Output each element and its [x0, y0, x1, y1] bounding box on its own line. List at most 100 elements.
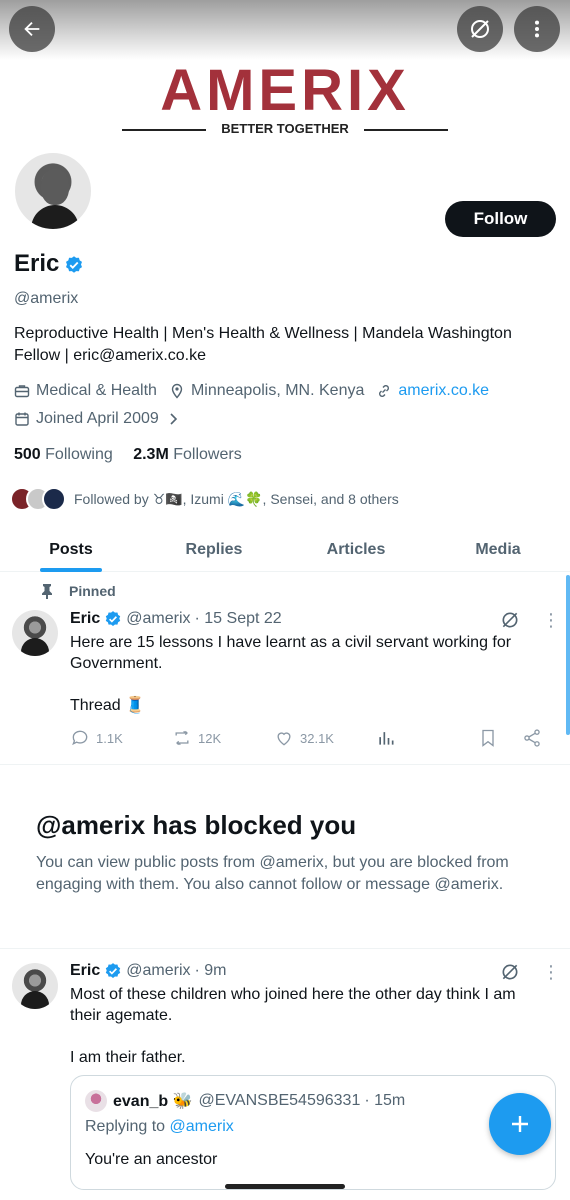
active-tab-indicator — [40, 568, 102, 572]
profile-meta-row: Medical & Health Minneapolis, MN. Kenya … — [14, 382, 489, 400]
followed-by-row[interactable]: Followed by ♉🏴‍☠️, Izumi 🌊🍀, Sensei, and… — [10, 484, 399, 514]
quote-author-avatar — [85, 1090, 107, 1112]
followed-by-text: Followed by ♉🏴‍☠️, Izumi 🌊🍀, Sensei, and… — [74, 490, 399, 507]
divider — [0, 948, 570, 949]
tab-posts[interactable]: Posts — [20, 528, 122, 572]
more-options-button[interactable] — [514, 6, 560, 52]
avatar-face — [41, 169, 69, 205]
avatar-suit — [31, 205, 79, 229]
post-author-handle: @amerix — [126, 610, 191, 627]
repost-button[interactable]: 12K — [172, 728, 221, 748]
more-vertical-icon — [534, 20, 540, 38]
post-author-avatar[interactable] — [12, 963, 58, 1009]
post-author-avatar[interactable] — [12, 610, 58, 656]
post-author-handle: @amerix — [126, 962, 191, 979]
post-text: Here are 15 lessons I have learnt as a c… — [70, 634, 512, 672]
profile-tabs: Posts Replies Articles Media — [0, 528, 570, 572]
brand-logo: AMERIX BETTER TOGETHER — [120, 62, 450, 138]
followers-link[interactable]: 2.3M Followers — [133, 446, 242, 463]
grok-icon[interactable] — [500, 962, 520, 982]
chevron-right-icon — [170, 413, 177, 425]
reply-count: 1.1K — [96, 730, 123, 746]
scrollbar[interactable] — [566, 575, 570, 735]
repost-count: 12K — [198, 730, 222, 746]
grok-button[interactable] — [457, 6, 503, 52]
plus-icon — [512, 1116, 528, 1132]
post-header: Eric @amerix · 9m — [70, 962, 227, 980]
calendar-icon — [15, 412, 29, 426]
quote-timestamp: · 15m — [364, 1092, 406, 1109]
back-button[interactable] — [9, 6, 55, 52]
tab-replies[interactable]: Replies — [163, 528, 265, 572]
reply-icon — [72, 730, 88, 746]
post-text: Most of these children who joined here t… — [70, 986, 516, 1024]
link-icon — [379, 385, 390, 397]
post-more-button[interactable]: ⋮ — [542, 963, 560, 981]
profile-avatar[interactable] — [12, 150, 94, 232]
repost-icon — [175, 730, 189, 746]
post-text-thread: Thread 🧵 — [70, 697, 146, 714]
post-header: Eric @amerix · 15 Sept 22 — [70, 610, 282, 628]
analytics-icon — [379, 732, 394, 745]
avatar-suit — [21, 638, 49, 656]
profile-website-link[interactable]: amerix.co.ke — [398, 382, 489, 400]
quoted-post[interactable]: evan_b 🐝 @EVANSBE54596331 · 15m Replying… — [70, 1075, 556, 1190]
pinned-indicator: Pinned — [40, 583, 116, 599]
blocked-text: You can view public posts from @amerix, … — [36, 854, 509, 893]
profile-handle: @amerix — [14, 290, 79, 307]
pinned-label: Pinned — [69, 583, 116, 599]
post-more-button[interactable]: ⋮ — [542, 611, 560, 629]
post-author-name[interactable]: Eric — [70, 962, 100, 980]
follow-button[interactable]: Follow — [445, 201, 556, 237]
follower-avatar — [42, 487, 66, 511]
pin-icon — [42, 584, 52, 599]
post-text: I am their father. — [70, 1049, 186, 1066]
post-actions: 1.1K 12K 32.1K — [70, 728, 550, 748]
profile-name: Eric — [14, 250, 60, 277]
brand-name: AMERIX — [160, 58, 410, 123]
quote-header: evan_b 🐝 @EVANSBE54596331 · 15m — [85, 1090, 405, 1112]
follow-counts: 500 Following 2.3M Followers — [14, 446, 242, 464]
profile-location: Minneapolis, MN. Kenya — [190, 382, 365, 399]
followers-label: Followers — [173, 446, 242, 463]
following-link[interactable]: 500 Following — [14, 446, 113, 463]
divider — [0, 764, 570, 765]
tab-media[interactable]: Media — [447, 528, 549, 572]
grok-icon — [471, 20, 489, 38]
quote-author-handle: @EVANSBE54596331 — [198, 1092, 361, 1109]
home-indicator[interactable] — [225, 1184, 345, 1189]
avatar-suit — [21, 991, 49, 1009]
tab-articles[interactable]: Articles — [305, 528, 407, 572]
profile-bio: Reproductive Health | Men's Health & Wel… — [14, 325, 512, 364]
share-button[interactable] — [522, 728, 548, 748]
quote-text: You're an ancestor — [85, 1151, 218, 1168]
compose-button[interactable] — [489, 1093, 551, 1155]
bookmark-button[interactable] — [478, 728, 504, 748]
location-pin-icon — [171, 383, 183, 399]
blocked-title: @amerix has blocked you — [36, 810, 357, 840]
verified-badge-icon[interactable] — [64, 255, 84, 275]
followers-count: 2.3M — [133, 446, 169, 463]
reply-button[interactable]: 1.1K — [70, 728, 123, 748]
quote-author-name: evan_b 🐝 — [113, 1093, 193, 1110]
post-author-name[interactable]: Eric — [70, 610, 100, 628]
post-timestamp: · 15 Sept 22 — [194, 610, 282, 627]
following-label: Following — [45, 446, 113, 463]
bookmark-icon — [482, 729, 494, 747]
share-icon — [524, 729, 540, 747]
replying-to-prefix: Replying to — [85, 1118, 166, 1135]
grok-icon[interactable] — [500, 610, 520, 630]
profile-joined: Joined April 2009 — [36, 410, 159, 427]
profile-category: Medical & Health — [36, 382, 157, 399]
joined-row[interactable]: Joined April 2009 — [14, 410, 179, 428]
following-count: 500 — [14, 446, 41, 463]
arrow-left-icon — [24, 21, 40, 37]
views-button[interactable] — [376, 728, 402, 748]
heart-icon — [277, 732, 291, 746]
verified-badge-icon — [106, 963, 121, 978]
verified-badge-icon — [106, 611, 121, 626]
replying-to-handle[interactable]: @amerix — [170, 1118, 234, 1135]
brand-tagline: BETTER TOGETHER — [221, 121, 349, 136]
replying-to: Replying to @amerix — [85, 1118, 234, 1136]
like-button[interactable]: 32.1K — [274, 728, 334, 748]
